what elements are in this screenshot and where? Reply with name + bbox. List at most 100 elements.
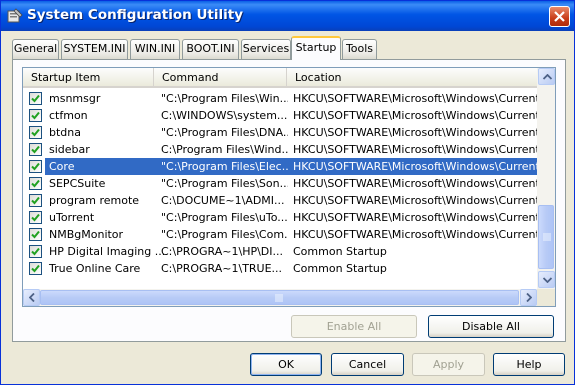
startup-item-location: HKCU\SOFTWARE\Microsoft\Windows\CurrentV… bbox=[293, 143, 537, 156]
enable-checkbox[interactable] bbox=[29, 160, 42, 173]
startup-item-location: HKCU\SOFTWARE\Microsoft\Windows\CurrentV… bbox=[293, 194, 537, 207]
list-item[interactable]: SEPCSuite "C:\Program Files\Son... HKCU\SO… bbox=[23, 175, 537, 192]
checkmark-icon bbox=[31, 196, 40, 205]
startup-item-command: C:\PROGRA~1\TRUE... bbox=[161, 262, 283, 275]
list-item[interactable]: HP Digital Imaging ... C:\PROGRA~1\HP\DI.… bbox=[23, 243, 537, 260]
startup-item-name: program remote bbox=[49, 194, 140, 207]
checkmark-icon bbox=[31, 162, 40, 171]
startup-item-name: btdna bbox=[49, 126, 81, 139]
tab-services[interactable]: Services bbox=[241, 39, 291, 59]
startup-item-command: "C:\Program Files\Elec... bbox=[161, 160, 288, 173]
list-item[interactable]: sidebar C:\Program Files\Wind... HKCU\SOFT… bbox=[23, 141, 537, 158]
list-item[interactable]: msnmsgr "C:\Program Files\Win... HKCU\SOFT… bbox=[23, 90, 537, 107]
tab-startup[interactable]: Startup bbox=[291, 36, 341, 60]
enable-checkbox[interactable] bbox=[29, 262, 42, 275]
startup-item-command: C:\DOCUME~1\ADMI... bbox=[161, 194, 285, 207]
enable-checkbox[interactable] bbox=[29, 177, 42, 190]
startup-item-command: C:\Program Files\Wind... bbox=[161, 143, 288, 156]
tab-tools[interactable]: Tools bbox=[342, 39, 377, 59]
enable-checkbox[interactable] bbox=[29, 92, 42, 105]
startup-item-location: HKCU\SOFTWARE\Microsoft\Windows\CurrentV… bbox=[293, 160, 537, 173]
enable-checkbox[interactable] bbox=[29, 194, 42, 207]
cancel-button[interactable]: Cancel bbox=[331, 353, 404, 376]
checkmark-icon bbox=[31, 247, 40, 256]
grip-icon bbox=[275, 294, 283, 302]
tab-boot-ini[interactable]: BOOT.INI bbox=[182, 39, 239, 59]
startup-item-location: HKCU\SOFTWARE\Microsoft\Windows\CurrentV… bbox=[293, 228, 537, 241]
window-title: System Configuration Utility bbox=[27, 7, 243, 23]
startup-item-location: Common Startup bbox=[293, 262, 387, 275]
title-bar[interactable]: System Configuration Utility bbox=[1, 1, 574, 31]
checkmark-icon bbox=[31, 264, 40, 273]
startup-item-name: NMBgMonitor bbox=[49, 228, 124, 241]
startup-list[interactable]: Startup Item Command Location msnmsgr "C:… bbox=[22, 67, 556, 307]
help-button[interactable]: Help bbox=[493, 353, 565, 376]
horizontal-scrollbar[interactable] bbox=[23, 289, 537, 306]
enable-all-button[interactable]: Enable All bbox=[291, 315, 417, 338]
vertical-scroll-thumb[interactable] bbox=[538, 205, 554, 269]
startup-item-command: "C:\Program Files\Win... bbox=[161, 92, 288, 105]
ok-button[interactable]: OK bbox=[250, 353, 322, 376]
startup-item-location: HKCU\SOFTWARE\Microsoft\Windows\CurrentV… bbox=[293, 177, 537, 190]
startup-item-location: HKCU\SOFTWARE\Microsoft\Windows\CurrentV… bbox=[293, 126, 537, 139]
list-item[interactable]: Core "C:\Program Files\Elec... HKCU\SOFTWA… bbox=[23, 158, 537, 175]
startup-item-name: uTorrent bbox=[49, 211, 95, 224]
checkmark-icon bbox=[31, 179, 40, 188]
tab-general[interactable]: General bbox=[12, 39, 59, 59]
enable-checkbox[interactable] bbox=[29, 126, 42, 139]
enable-checkbox[interactable] bbox=[29, 228, 42, 241]
list-item[interactable]: uTorrent "C:\Program Files\uTo... HKCU\SOF… bbox=[23, 209, 537, 226]
list-item[interactable]: btdna "C:\Program Files\DNA... HKCU\SOFTWA… bbox=[23, 124, 537, 141]
tab-system-ini[interactable]: SYSTEM.INI bbox=[61, 39, 128, 59]
close-icon bbox=[554, 11, 565, 22]
list-header: Startup Item Command Location bbox=[23, 68, 537, 88]
scroll-left-button[interactable] bbox=[23, 289, 40, 306]
apply-button[interactable]: Apply bbox=[412, 353, 485, 376]
startup-item-name: Core bbox=[49, 160, 75, 173]
startup-item-location: HKCU\SOFTWARE\Microsoft\Windows\CurrentV… bbox=[293, 211, 537, 224]
list-item[interactable]: True Online Care C:\PROGRA~1\TRUE... Commo… bbox=[23, 260, 537, 277]
startup-item-command: "C:\Program Files\Com... bbox=[161, 228, 288, 241]
arrow-right-icon bbox=[526, 293, 532, 302]
startup-item-location: HKCU\SOFTWARE\Microsoft\Windows\CurrentV… bbox=[293, 92, 537, 105]
startup-item-command: "C:\Program Files\uTo... bbox=[161, 211, 288, 224]
startup-item-name: True Online Care bbox=[49, 262, 141, 275]
tab-win-ini[interactable]: WIN.INI bbox=[130, 39, 180, 59]
disable-all-button[interactable]: Disable All bbox=[428, 315, 554, 338]
enable-checkbox[interactable] bbox=[29, 143, 42, 156]
horizontal-scroll-thumb[interactable] bbox=[40, 290, 519, 305]
vertical-scrollbar[interactable] bbox=[537, 68, 555, 289]
startup-item-name: ctfmon bbox=[49, 109, 88, 122]
list-item[interactable]: ctfmon C:\WINDOWS\system... HKCU\SOFTWARE\… bbox=[23, 107, 537, 124]
enable-checkbox[interactable] bbox=[29, 109, 42, 122]
startup-item-name: sidebar bbox=[49, 143, 90, 156]
enable-checkbox[interactable] bbox=[29, 211, 42, 224]
arrow-down-icon bbox=[543, 277, 552, 283]
checkmark-icon bbox=[31, 145, 40, 154]
startup-item-location: HKCU\SOFTWARE\Microsoft\Windows\CurrentV… bbox=[293, 109, 537, 122]
list-item[interactable]: NMBgMonitor "C:\Program Files\Com... HKCU\… bbox=[23, 226, 537, 243]
startup-item-command: C:\PROGRA~1\HP\DI... bbox=[161, 245, 284, 258]
column-location[interactable]: Location bbox=[287, 68, 537, 87]
arrow-left-icon bbox=[29, 293, 35, 302]
checkmark-icon bbox=[31, 213, 40, 222]
checkmark-icon bbox=[31, 111, 40, 120]
startup-item-command: "C:\Program Files\DNA... bbox=[161, 126, 288, 139]
startup-item-command: "C:\Program Files\Son... bbox=[161, 177, 288, 190]
column-startup-item[interactable]: Startup Item bbox=[23, 68, 154, 87]
checkmark-icon bbox=[31, 94, 40, 103]
checkmark-icon bbox=[31, 128, 40, 137]
list-item[interactable]: program remote C:\DOCUME~1\ADMI... HKCU\SO… bbox=[23, 192, 537, 209]
close-button[interactable] bbox=[549, 6, 570, 27]
enable-checkbox[interactable] bbox=[29, 245, 42, 258]
startup-item-name: HP Digital Imaging ... bbox=[49, 245, 166, 258]
column-command[interactable]: Command bbox=[154, 68, 287, 87]
system-config-window: System Configuration Utility General SYS… bbox=[0, 0, 575, 385]
scroll-down-button[interactable] bbox=[538, 271, 555, 288]
scroll-right-button[interactable] bbox=[520, 289, 537, 306]
checkmark-icon bbox=[31, 230, 40, 239]
scroll-up-button[interactable] bbox=[538, 68, 555, 85]
startup-item-location: Common Startup bbox=[293, 245, 387, 258]
msconfig-icon bbox=[7, 8, 23, 24]
startup-item-name: SEPCSuite bbox=[49, 177, 106, 190]
